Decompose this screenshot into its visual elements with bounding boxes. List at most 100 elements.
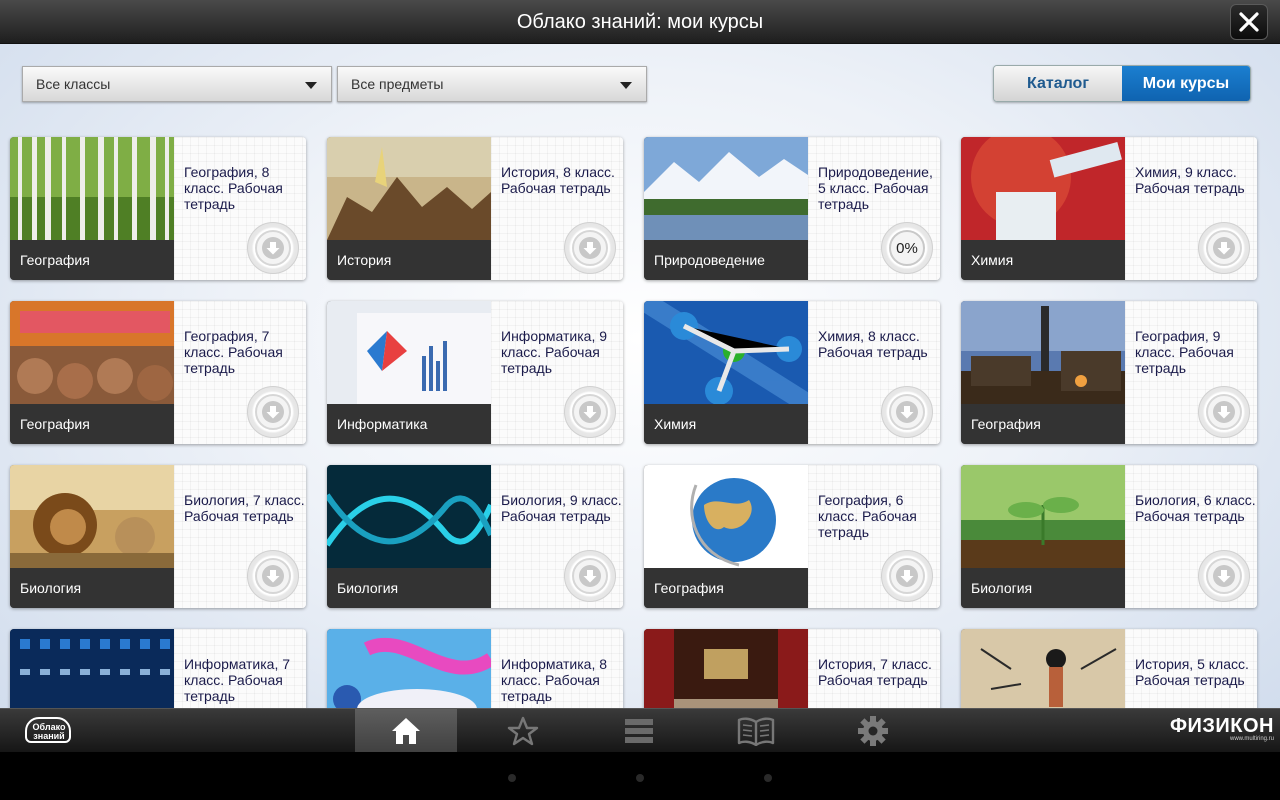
course-title: История, 5 класс. Рабочая тетрадь [1135,656,1249,688]
course-image [961,301,1125,404]
system-recent-button[interactable] [764,774,772,782]
download-button[interactable] [881,386,933,438]
chevron-down-icon [305,82,317,89]
download-button[interactable] [881,550,933,602]
bottom-bar: Облако знаний ФИЗИКОН www.multiring.ru [0,708,1280,752]
download-arrow-icon [1213,237,1235,259]
nav-settings[interactable] [822,709,924,752]
course-subject: Биология [961,568,1125,608]
course-title: Природоведение, 5 класс. Рабочая тетрадь [818,164,933,212]
progress-label: 0% [896,239,918,257]
course-thumbnail: Биология [961,465,1125,608]
system-home-button[interactable] [636,774,644,782]
course-card[interactable]: Химия Химия, 8 класс. Рабочая тетрадь [644,301,940,444]
course-title: Химия, 8 класс. Рабочая тетрадь [818,328,928,360]
course-card[interactable]: Биология Биология, 9 класс. Рабочая тетра… [327,465,623,608]
view-switcher: Каталог Мои курсы [993,65,1251,102]
course-thumbnail: Информатика [327,301,491,444]
download-button[interactable] [1198,550,1250,602]
course-image [961,137,1125,240]
course-subject: Химия [961,240,1125,280]
tab-my-courses[interactable]: Мои курсы [1122,66,1250,101]
download-button[interactable] [1198,386,1250,438]
course-title: История, 8 класс. Рабочая тетрадь [501,164,615,196]
grade-dropdown[interactable]: Все классы [22,66,332,102]
chevron-down-icon [620,82,632,89]
system-back-button[interactable] [508,774,516,782]
course-info: Природоведение, 5 класс. Рабочая тетрадь… [808,137,940,280]
course-thumbnail: География [10,137,174,280]
cloud-logo[interactable]: Облако знаний [25,717,73,745]
course-image [10,465,174,568]
course-image [644,301,808,404]
download-arrow-icon [262,565,284,587]
download-progress-indicator: 0% [881,222,933,274]
course-subject: География [644,568,808,608]
download-button[interactable] [247,550,299,602]
download-arrow-icon [1213,565,1235,587]
course-card[interactable]: География География, 8 класс. Рабочая тет… [10,137,306,280]
nav-library[interactable] [705,709,807,752]
download-arrow-icon [262,237,284,259]
course-info: Биология, 7 класс. Рабочая тетрадь [174,465,306,608]
star-icon [507,716,539,746]
course-image [961,465,1125,568]
download-button[interactable] [247,222,299,274]
course-card[interactable]: Биология Биология, 6 класс. Рабочая тетра… [961,465,1257,608]
nav-favorites[interactable] [472,709,574,752]
download-arrow-icon [1213,401,1235,423]
course-title: Информатика, 9 класс. Рабочая тетрадь [501,328,608,376]
course-image [327,137,491,240]
course-thumbnail: Биология [327,465,491,608]
course-title: География, 6 класс. Рабочая тетрадь [818,492,917,540]
course-title: География, 9 класс. Рабочая тетрадь [1135,328,1234,376]
app-window: Облако знаний: мои курсы Все классы Все … [0,0,1280,752]
course-image [644,465,808,568]
course-title: География, 7 класс. Рабочая тетрадь [184,328,283,376]
course-thumbnail: География [10,301,174,444]
course-thumbnail: Биология [10,465,174,608]
nav-list[interactable] [588,709,690,752]
course-title: Информатика, 8 класс. Рабочая тетрадь [501,656,608,704]
course-subject: Биология [327,568,491,608]
subject-dropdown[interactable]: Все предметы [337,66,647,102]
course-card[interactable]: География География, 6 класс. Рабочая тет… [644,465,940,608]
logo-text-line2: знаний [33,731,65,741]
course-thumbnail: География [644,465,808,608]
close-button[interactable] [1230,4,1268,40]
course-info: Химия, 9 класс. Рабочая тетрадь [1125,137,1257,280]
course-title: Биология, 9 класс. Рабочая тетрадь [501,492,622,524]
course-info: География, 7 класс. Рабочая тетрадь [174,301,306,444]
nav-home[interactable] [355,709,457,752]
download-button[interactable] [1198,222,1250,274]
course-card[interactable]: История История, 8 класс. Рабочая тетрадь [327,137,623,280]
grade-dropdown-value: Все классы [36,76,111,92]
course-card[interactable]: География География, 7 класс. Рабочая тет… [10,301,306,444]
course-subject: Природоведение [644,240,808,280]
home-icon [392,718,420,744]
fizikon-logo[interactable]: ФИЗИКОН www.multiring.ru [1170,715,1274,742]
logo-text-line1: Облако [32,722,66,732]
course-card[interactable]: Природоведение Природоведение, 5 класс. Р… [644,137,940,280]
course-image [10,137,174,240]
course-card[interactable]: Биология Биология, 7 класс. Рабочая тетра… [10,465,306,608]
course-card[interactable]: География География, 9 класс. Рабочая тет… [961,301,1257,444]
course-image [10,301,174,404]
course-image [327,465,491,568]
course-subject: История [327,240,491,280]
download-button[interactable] [564,550,616,602]
course-thumbnail: Природоведение [644,137,808,280]
download-button[interactable] [564,222,616,274]
course-subject: Информатика [327,404,491,444]
tab-catalog[interactable]: Каталог [994,66,1122,101]
course-image [644,137,808,240]
course-info: Информатика, 9 класс. Рабочая тетрадь [491,301,623,444]
download-button[interactable] [564,386,616,438]
download-button[interactable] [247,386,299,438]
close-icon [1239,12,1259,32]
course-info: География, 9 класс. Рабочая тетрадь [1125,301,1257,444]
course-title: История, 7 класс. Рабочая тетрадь [818,656,932,688]
course-card[interactable]: Информатика Информатика, 9 класс. Рабочая… [327,301,623,444]
course-card[interactable]: Химия Химия, 9 класс. Рабочая тетрадь [961,137,1257,280]
course-thumbnail: Химия [961,137,1125,280]
